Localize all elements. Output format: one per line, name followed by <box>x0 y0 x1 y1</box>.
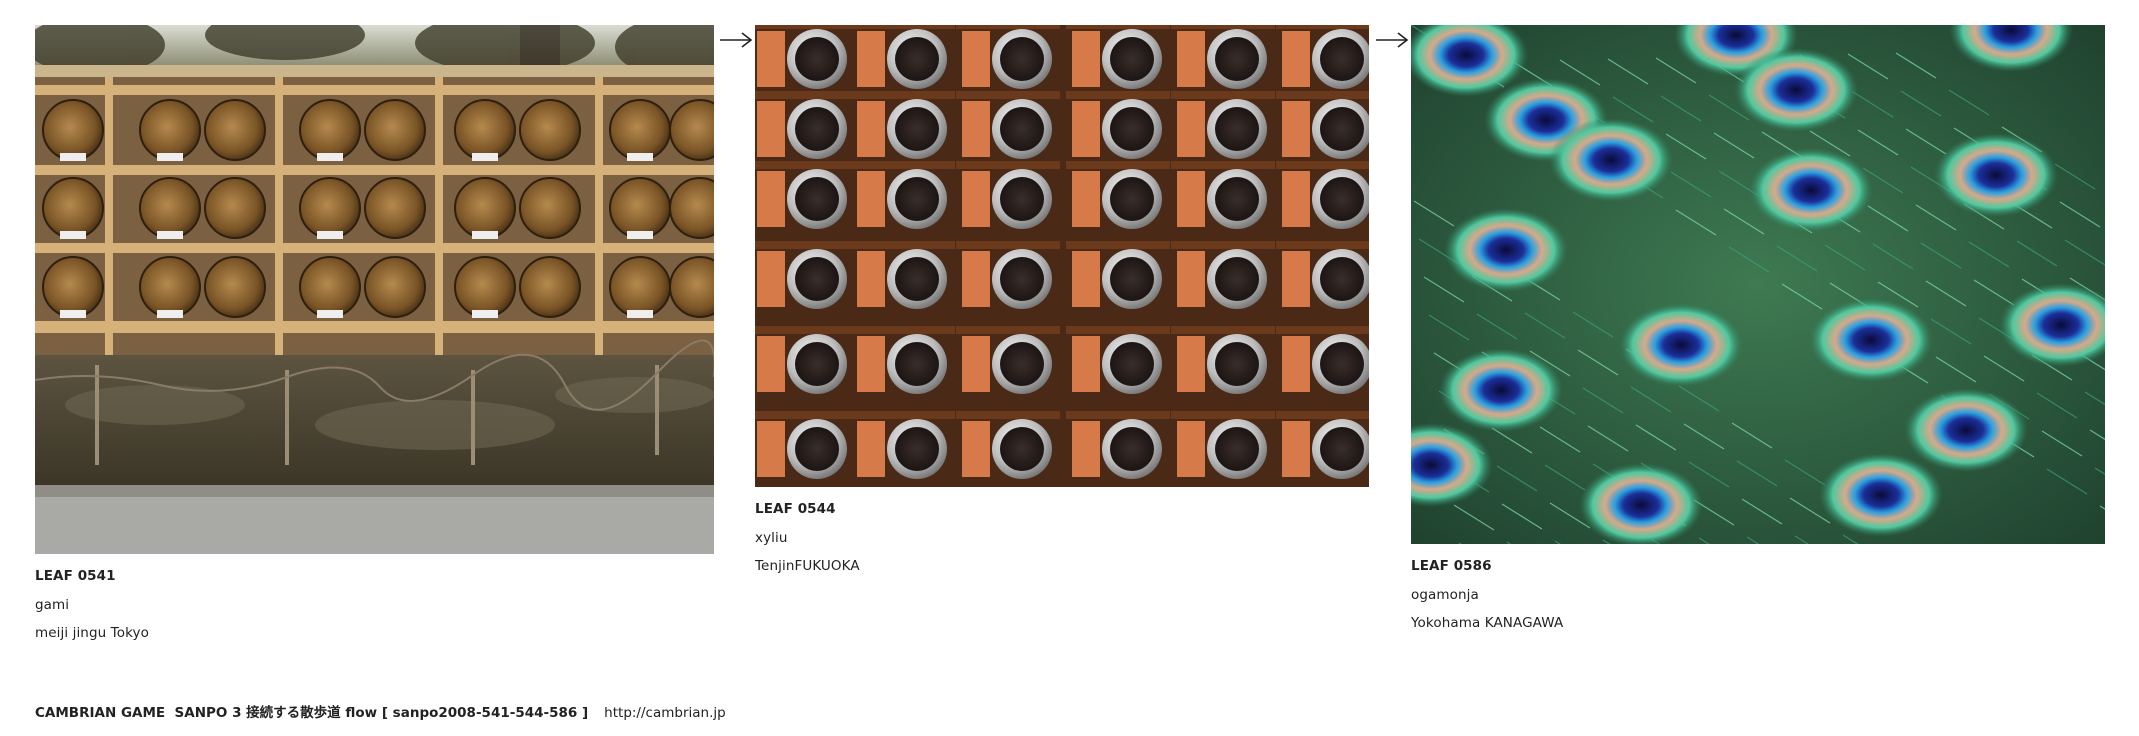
leaf-card-0586: LEAF 0586 ogamonja Yokohama KANAGAWA <box>1411 25 2105 638</box>
footer-credit: CAMBRIAN GAME SANPO 3 接続する散歩道 flow [ san… <box>35 701 726 721</box>
peacock-feathers-photo[interactable] <box>1411 25 2105 544</box>
leaf-id[interactable]: LEAF 0586 <box>1411 552 2105 581</box>
right-arrow-icon <box>720 32 753 48</box>
leaf-location: TenjinFUKUOKA <box>755 558 860 574</box>
leaf-id[interactable]: LEAF 0541 <box>35 562 714 591</box>
tea-tins-photo[interactable] <box>755 25 1369 487</box>
footer-text: CAMBRIAN GAME SANPO 3 接続する散歩道 flow [ san… <box>35 705 589 721</box>
leaf-location: Yokohama KANAGAWA <box>1411 615 1564 631</box>
footer-url-link[interactable]: http://cambrian.jp <box>604 705 726 721</box>
leaf-caption: LEAF 0541 gami meiji jingu Tokyo <box>35 562 714 648</box>
tea-tins-photo-image <box>755 25 1369 487</box>
right-arrow-icon <box>1376 32 1409 48</box>
leaf-author[interactable]: ogamonja <box>1411 581 2105 610</box>
leaf-location: meiji jingu Tokyo <box>35 625 149 641</box>
leaf-caption: LEAF 0586 ogamonja Yokohama KANAGAWA <box>1411 552 2105 638</box>
leaf-caption: LEAF 0544 xyliu TenjinFUKUOKA <box>755 495 1369 581</box>
barrels-photo-image <box>35 25 714 554</box>
barrels-photo[interactable] <box>35 25 714 554</box>
leaf-author[interactable]: xyliu <box>755 524 1369 553</box>
leaf-card-0544: LEAF 0544 xyliu TenjinFUKUOKA <box>755 25 1369 581</box>
leaf-id[interactable]: LEAF 0544 <box>755 495 1369 524</box>
leaf-card-0541: LEAF 0541 gami meiji jingu Tokyo <box>35 25 714 648</box>
peacock-feathers-photo-image <box>1411 25 2105 544</box>
leaf-author[interactable]: gami <box>35 591 714 620</box>
